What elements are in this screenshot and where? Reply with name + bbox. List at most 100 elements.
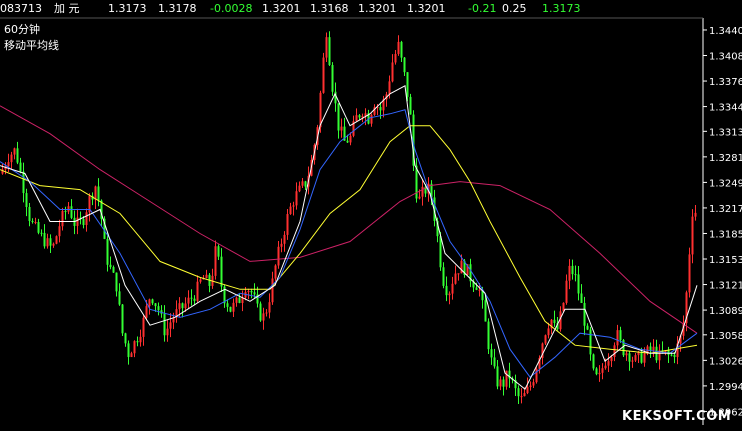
candle-body xyxy=(199,279,202,282)
candle-body xyxy=(163,313,166,336)
candle-body xyxy=(379,107,382,111)
candle-body xyxy=(283,234,286,244)
candle-body xyxy=(169,322,172,329)
candle-body xyxy=(565,280,568,303)
candle-body xyxy=(499,379,502,387)
y-tick-label: 1.3313 xyxy=(709,127,742,138)
candle-body xyxy=(166,328,169,336)
candle-body xyxy=(58,226,61,237)
candle-body xyxy=(286,214,289,235)
candle-body xyxy=(142,317,145,337)
candle-body xyxy=(595,368,598,375)
candle-body xyxy=(19,162,22,172)
candle-body xyxy=(34,222,37,224)
candle-body xyxy=(76,217,79,226)
candle-body xyxy=(196,281,199,301)
y-tick-label: 1.3185 xyxy=(709,229,742,240)
candle-body xyxy=(7,162,10,167)
candle-body xyxy=(640,351,643,363)
candle-body xyxy=(10,154,13,163)
candle-body xyxy=(421,186,424,197)
candle-body xyxy=(592,354,595,369)
candle-body xyxy=(505,370,508,387)
candle-body xyxy=(484,300,487,322)
candle-body xyxy=(688,254,691,293)
candle-body xyxy=(289,206,292,215)
candle-body xyxy=(478,289,481,291)
candle-body xyxy=(124,333,127,344)
candle-body xyxy=(115,272,118,292)
candle-body xyxy=(118,291,121,305)
candle-body xyxy=(28,206,31,221)
candle-body xyxy=(274,265,277,279)
candle-body xyxy=(49,238,52,246)
candle-body xyxy=(238,297,241,303)
candle-body xyxy=(361,116,364,118)
candle-body xyxy=(205,274,208,278)
candle-body xyxy=(349,135,352,143)
candle-body xyxy=(670,354,673,356)
candle-body xyxy=(406,72,409,97)
candle-body xyxy=(25,193,28,207)
candle-body xyxy=(454,273,457,284)
candle-body xyxy=(226,303,229,307)
y-tick-label: 1.3344 xyxy=(709,103,742,114)
candle-body xyxy=(337,103,340,131)
y-tick-label: 1.3121 xyxy=(709,281,742,292)
candle-body xyxy=(388,81,391,95)
price-chart[interactable]: 1.3440 1.3408 1.3376 1.3344 1.3313 1.3281 1.32… xyxy=(0,0,742,431)
candle-body xyxy=(133,341,136,354)
y-tick-label: 1.3153 xyxy=(709,255,742,266)
candle-body xyxy=(568,265,571,281)
candle-body xyxy=(220,256,223,287)
candle-body xyxy=(451,283,454,294)
candle-body xyxy=(355,115,358,122)
candle-body xyxy=(340,126,343,131)
candle-body xyxy=(487,321,490,350)
candle-body xyxy=(691,216,694,255)
candle-body xyxy=(649,346,652,351)
candle-body xyxy=(16,148,19,163)
candle-body xyxy=(295,191,298,206)
candle-body xyxy=(544,335,547,344)
candle-body xyxy=(235,297,238,303)
candle-body xyxy=(292,205,295,207)
candle-body xyxy=(613,345,616,357)
candle-body xyxy=(55,236,58,244)
candle-body xyxy=(229,306,232,312)
candle-body xyxy=(460,260,463,274)
candle-body xyxy=(214,246,217,276)
candle-body xyxy=(571,265,574,275)
candle-body xyxy=(298,185,301,192)
candle-body xyxy=(520,396,523,398)
moving-average-line-3 xyxy=(0,109,698,378)
candle-body xyxy=(634,355,637,361)
candle-body xyxy=(130,353,133,358)
candle-body xyxy=(322,57,325,93)
y-tick-label: 1.3058 xyxy=(709,331,742,342)
candle-body xyxy=(409,96,412,115)
candle-body xyxy=(370,114,373,124)
candle-body xyxy=(523,393,526,397)
candle-body xyxy=(181,303,184,309)
candle-body xyxy=(97,186,100,201)
candle-body xyxy=(190,297,193,299)
candle-body xyxy=(604,365,607,369)
watermark-text: KEKSOFT.COM xyxy=(622,409,732,424)
candle-body xyxy=(529,385,532,387)
y-tick-label: 1.3089 xyxy=(709,306,742,317)
candle-body xyxy=(184,303,187,309)
candle-body xyxy=(109,264,112,268)
candle-body xyxy=(301,181,304,186)
candle-body xyxy=(439,236,442,268)
candle-body xyxy=(625,353,628,356)
candle-body xyxy=(43,232,46,247)
candle-body xyxy=(232,302,235,312)
candle-body xyxy=(694,212,697,217)
candle-body xyxy=(553,319,556,324)
candle-body xyxy=(358,115,361,118)
y-tick-label: 1.3408 xyxy=(709,52,742,63)
y-tick-label: 1.3440 xyxy=(709,26,742,37)
candle-body xyxy=(157,306,160,311)
candle-body xyxy=(331,65,334,92)
